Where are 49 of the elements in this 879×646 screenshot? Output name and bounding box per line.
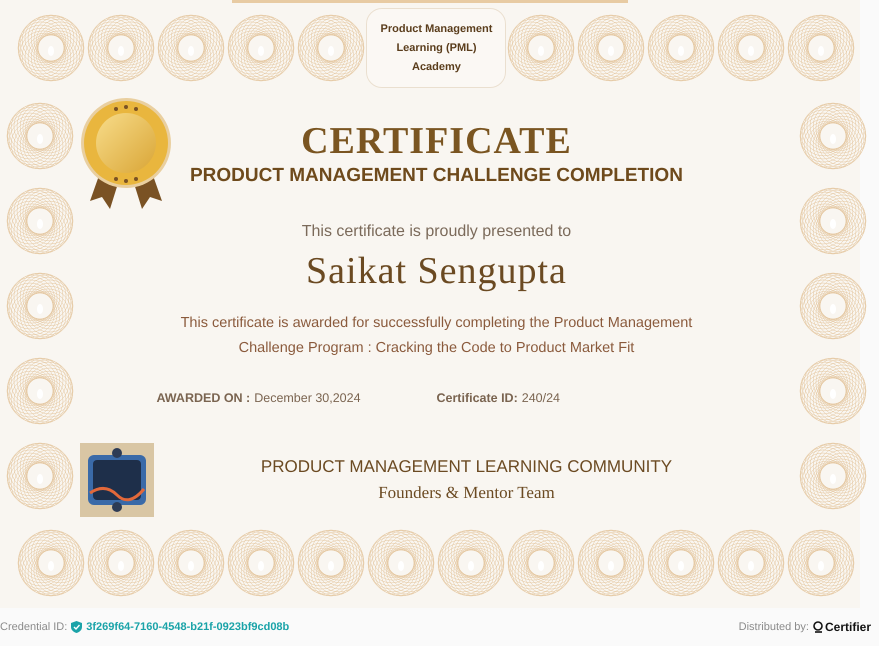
certifier-logo-icon <box>812 621 823 633</box>
ornament-drawing <box>576 528 646 598</box>
ornament-drawing <box>366 528 436 598</box>
ornament-drawing <box>798 356 868 426</box>
ornament-drawing <box>716 528 786 598</box>
awarded-label: AWARDED ON : <box>156 391 250 405</box>
credential-label: Credential ID: <box>0 621 68 633</box>
distributed-by-label: Distributed by: <box>738 621 809 633</box>
ornament-drawing <box>646 528 716 598</box>
academy-badge: Product Management Learning (PML) Academy <box>366 8 506 88</box>
ornament-drawing <box>86 13 156 83</box>
certificate-subtitle: PRODUCT MANAGEMENT CHALLENGE COMPLETION <box>190 165 683 187</box>
shield-check-icon <box>71 621 82 633</box>
ornament-drawing <box>5 186 75 256</box>
ornament-drawing <box>786 528 856 598</box>
ornament-drawing <box>436 528 506 598</box>
ornament-drawing <box>296 13 366 83</box>
certificate-id-label: Certificate ID: <box>436 391 518 405</box>
ornament-drawing <box>716 13 786 83</box>
ornament-drawing <box>156 13 226 83</box>
ornament-drawing <box>86 528 156 598</box>
ornament-drawing <box>786 13 856 83</box>
ornament-drawing <box>16 13 86 83</box>
awarded-date: December 30,2024 <box>254 391 361 405</box>
description-text: This certificate is awarded for successfully completing the Product Management Challenge Program : Cracking the Code to Product Market Fit <box>180 314 694 358</box>
ornament-drawing <box>798 270 868 340</box>
ornament-drawing <box>5 440 75 510</box>
ornament-drawing <box>5 270 75 340</box>
ornament-drawing <box>5 356 75 426</box>
ornament-drawing <box>226 13 296 83</box>
ornament-drawing <box>798 440 868 510</box>
ornament-drawing <box>16 528 86 598</box>
ornament-drawing <box>296 528 366 598</box>
ornament-drawing <box>156 528 226 598</box>
presented-text: This certificate is proudly presented to <box>302 223 572 241</box>
certifier-brand[interactable]: Certifier <box>824 620 871 634</box>
issuer-name: PRODUCT MANAGEMENT LEARNING COMMUNITY <box>260 457 672 477</box>
ornament-drawing <box>798 100 868 170</box>
signatory-text: Founders & Mentor Team <box>378 483 555 503</box>
certificate-id-value: 240/24 <box>522 391 560 405</box>
ornament-drawing <box>576 13 646 83</box>
ornament-drawing <box>798 186 868 256</box>
ornament-drawing <box>226 528 296 598</box>
ornament-drawing <box>646 13 716 83</box>
ornament-drawing <box>506 528 576 598</box>
certificate-title: CERTIFICATE <box>301 119 572 163</box>
ornament-drawing <box>5 100 75 170</box>
ornament-drawing <box>506 13 576 83</box>
recipient-name: Saikat Sengupta <box>306 249 567 293</box>
